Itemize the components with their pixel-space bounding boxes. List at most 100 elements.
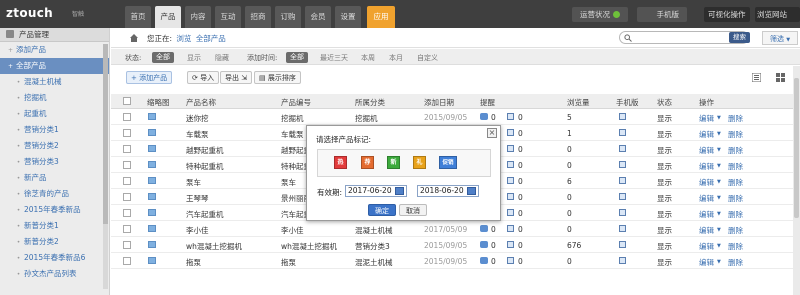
filter-button[interactable]: 筛选 ▼ — [762, 31, 798, 45]
search-button[interactable]: 搜索 — [729, 32, 750, 43]
sidebar-item[interactable]: • 混凝土机械 — [0, 74, 109, 90]
mobile-edit-icon[interactable] — [619, 209, 626, 216]
cancel-button[interactable]: 取消 — [399, 204, 427, 216]
sidebar-item[interactable]: • 营销分类1 — [0, 122, 109, 138]
sidebar-item[interactable]: • 新普分类2 — [0, 234, 109, 250]
table-scrollbar[interactable] — [793, 66, 800, 295]
tag-gift-icon[interactable]: 礼 — [413, 156, 426, 169]
edit-link[interactable]: 编辑 — [699, 113, 714, 124]
sidebar-item[interactable]: • 起重机 — [0, 106, 109, 122]
chevron-down-icon[interactable]: ▼ — [717, 115, 721, 121]
nav-item-interaction[interactable]: 互动 — [215, 6, 241, 28]
select-all-checkbox[interactable] — [123, 97, 131, 105]
confirm-button[interactable]: 确定 — [368, 204, 396, 216]
chevron-down-icon[interactable]: ▼ — [717, 147, 721, 153]
edit-link[interactable]: 编辑 — [699, 225, 714, 236]
nav-item-merchants[interactable]: 招商 — [245, 6, 271, 28]
sidebar-item[interactable]: • 孙文杰产品列表 — [0, 266, 109, 282]
mobile-edit-icon[interactable] — [619, 241, 626, 248]
start-date-field[interactable]: 2017-06-20 — [345, 185, 407, 197]
time-filter-three-days[interactable]: 最近三天 — [320, 53, 348, 63]
mobile-edit-icon[interactable] — [619, 161, 626, 168]
edit-link[interactable]: 编辑 — [699, 161, 714, 172]
time-filter-this-month[interactable]: 本月 — [389, 53, 403, 63]
edit-link[interactable]: 编辑 — [699, 193, 714, 204]
sidebar-item[interactable]: • 新普分类1 — [0, 218, 109, 234]
sidebar-item[interactable]: • 2015年春季新品 — [0, 202, 109, 218]
chevron-down-icon[interactable]: ▼ — [717, 243, 721, 249]
thumbnail-image[interactable] — [148, 257, 156, 264]
tag-new-icon[interactable]: 新 — [387, 156, 400, 169]
thumbnail-image[interactable] — [148, 225, 156, 232]
breadcrumb-link-browse[interactable]: 浏览 — [176, 34, 191, 43]
sidebar-item[interactable]: • 2015年春季新品6 — [0, 250, 109, 266]
comment-icon[interactable] — [480, 225, 488, 232]
edit-link[interactable]: 编辑 — [699, 209, 714, 220]
sort-display-button[interactable]: ▤ 展示排序 — [254, 71, 301, 84]
thumbnail-image[interactable] — [148, 241, 156, 248]
tag-hot-icon[interactable]: 热 — [334, 156, 347, 169]
thumbnail-image[interactable] — [148, 129, 156, 136]
status-filter-show[interactable]: 显示 — [187, 53, 201, 63]
comment-icon[interactable] — [480, 241, 488, 248]
mobile-edit-icon[interactable] — [619, 225, 626, 232]
sidebar-item[interactable]: • 徐芝青的产品 — [0, 186, 109, 202]
time-filter-this-week[interactable]: 本周 — [361, 53, 375, 63]
chevron-down-icon[interactable]: ▼ — [717, 179, 721, 185]
thumbnail-image[interactable] — [148, 145, 156, 152]
thumbnail-image[interactable] — [148, 177, 156, 184]
row-checkbox[interactable] — [123, 129, 131, 137]
mobile-edit-icon[interactable] — [619, 129, 626, 136]
chevron-down-icon[interactable]: ▼ — [717, 131, 721, 137]
mobile-edit-icon[interactable] — [619, 145, 626, 152]
delete-link[interactable]: 删除 — [728, 225, 743, 236]
sidebar-item[interactable]: + 全部产品 — [0, 58, 109, 74]
mobile-edit-icon[interactable] — [619, 193, 626, 200]
message-icon[interactable] — [507, 225, 514, 232]
row-checkbox[interactable] — [123, 225, 131, 233]
calendar-icon[interactable] — [395, 187, 404, 195]
message-icon[interactable] — [507, 177, 514, 184]
tag-promo-icon[interactable]: 促销 — [439, 156, 457, 169]
nav-item-members[interactable]: 会员 — [305, 6, 331, 28]
message-icon[interactable] — [507, 209, 514, 216]
tag-recommend-icon[interactable]: 荐 — [361, 156, 374, 169]
sidebar-item[interactable]: • 新产品 — [0, 170, 109, 186]
row-checkbox[interactable] — [123, 193, 131, 201]
delete-link[interactable]: 删除 — [728, 145, 743, 156]
row-checkbox[interactable] — [123, 161, 131, 169]
chevron-down-icon[interactable]: ▼ — [717, 163, 721, 169]
chevron-down-icon[interactable]: ▼ — [717, 259, 721, 265]
status-filter-all[interactable]: 全部 — [152, 52, 174, 63]
nav-item-orders[interactable]: 订购 — [275, 6, 301, 28]
status-button[interactable]: 运营状况 — [572, 7, 628, 22]
delete-link[interactable]: 删除 — [728, 177, 743, 188]
delete-link[interactable]: 删除 — [728, 241, 743, 252]
sidebar-item[interactable]: + 添加产品 — [0, 42, 109, 58]
mobile-button[interactable]: 手机版 — [637, 7, 687, 22]
table-row[interactable]: 拖泵 拖泵 混泥土机械 2015/09/05 0 显示 0 0 编辑 ▼ 删除 — [111, 253, 800, 269]
sidebar-item[interactable]: • 营销分类2 — [0, 138, 109, 154]
thumbnail-image[interactable] — [148, 113, 156, 120]
sidebar-item[interactable]: • 营销分类3 — [0, 154, 109, 170]
thumbnail-image[interactable] — [148, 161, 156, 168]
row-checkbox[interactable] — [123, 177, 131, 185]
mobile-edit-icon[interactable] — [619, 257, 626, 264]
row-checkbox[interactable] — [123, 209, 131, 217]
message-icon[interactable] — [507, 113, 514, 120]
row-checkbox[interactable] — [123, 257, 131, 265]
end-date-field[interactable]: 2018-06-20 — [417, 185, 479, 197]
browse-site-button[interactable]: 浏览网站 — [755, 7, 800, 22]
mobile-edit-icon[interactable] — [619, 113, 626, 120]
comment-icon[interactable] — [480, 113, 488, 120]
comment-icon[interactable] — [480, 257, 488, 264]
close-icon[interactable]: × — [487, 128, 497, 138]
table-scrollbar-thumb[interactable] — [794, 78, 799, 218]
breadcrumb-link-all-products[interactable]: 全部产品 — [196, 34, 226, 43]
edit-link[interactable]: 编辑 — [699, 129, 714, 140]
sidebar-item[interactable]: • 挖掘机 — [0, 90, 109, 106]
chevron-down-icon[interactable]: ▼ — [717, 211, 721, 217]
export-button[interactable]: 导出 ⇲ — [220, 71, 253, 84]
mobile-edit-icon[interactable] — [619, 177, 626, 184]
message-icon[interactable] — [507, 145, 514, 152]
